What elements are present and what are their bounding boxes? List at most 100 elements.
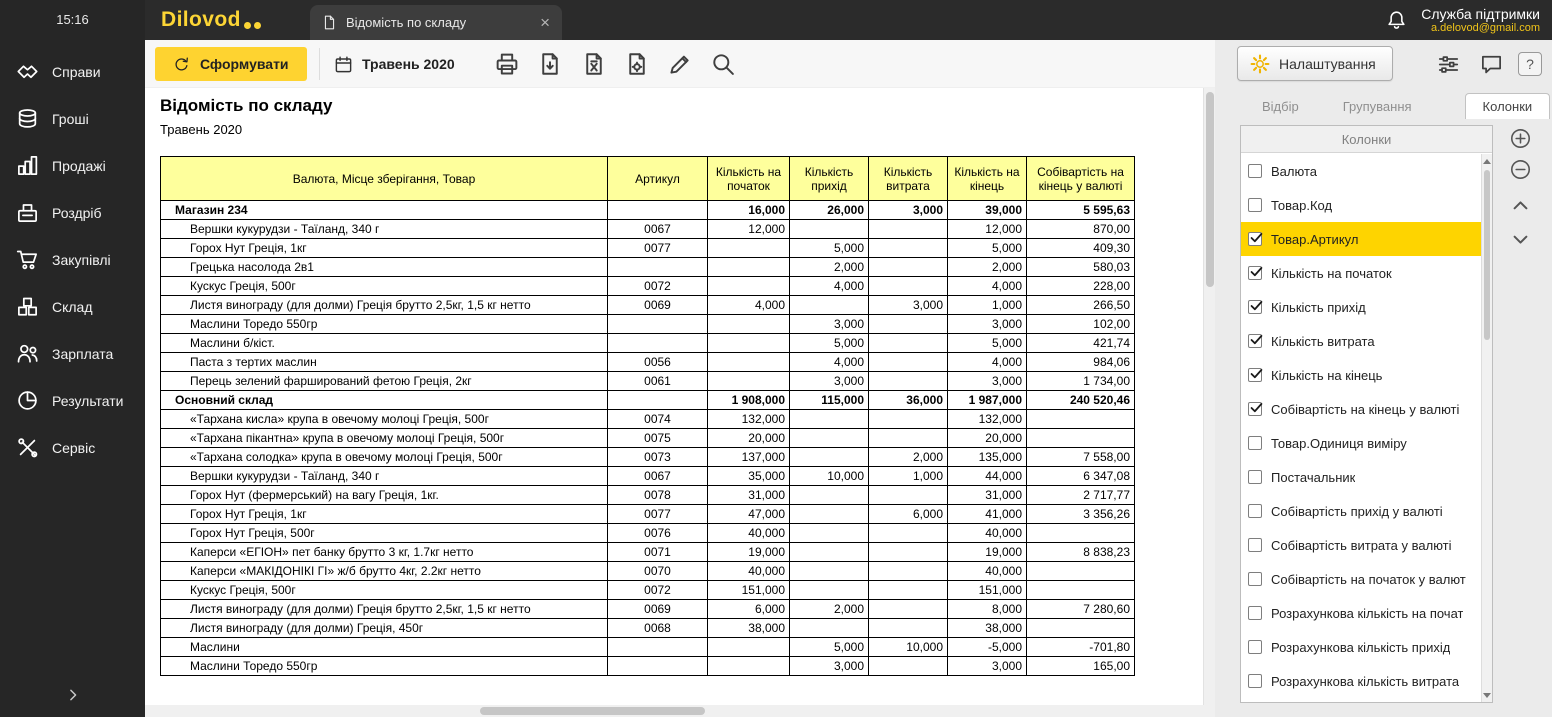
generate-button[interactable]: Сформувати (155, 47, 307, 81)
checkbox-checked[interactable] (1248, 402, 1262, 416)
report-item-row[interactable]: Горох Нут Греція, 1кг00775,0005,000409,3… (161, 239, 1135, 258)
print-icon[interactable] (494, 51, 520, 77)
column-option[interactable]: Кількість витрата (1241, 324, 1481, 358)
column-option-selected[interactable]: Товар.Артикул (1241, 222, 1481, 256)
tab-close-icon[interactable]: × (540, 14, 550, 31)
checkbox-checked[interactable] (1248, 232, 1262, 246)
checkbox-checked[interactable] (1248, 334, 1262, 348)
report-item-row[interactable]: Листя винограду (для долми) Греція брутт… (161, 296, 1135, 315)
panel-tab-kolonky[interactable]: Колонки (1465, 93, 1551, 119)
settings-button[interactable]: Налаштування (1237, 46, 1393, 81)
search-icon[interactable] (710, 51, 736, 77)
sidebar-collapse-button[interactable] (0, 687, 145, 703)
export-excel-icon[interactable] (581, 51, 607, 77)
columns-scrollbar-thumb[interactable] (1484, 170, 1490, 340)
sidebar-item-rozdrib[interactable]: Роздріб (0, 189, 145, 236)
support-email[interactable]: a.delovod@gmail.com (1421, 22, 1540, 34)
report-item-row[interactable]: Горох Нут Греція, 500г007640,00040,000 (161, 524, 1135, 543)
column-option[interactable]: Собівартість прихід у валюті (1241, 494, 1481, 528)
columns-list-scrollbar[interactable] (1481, 154, 1492, 702)
report-item-row[interactable]: Паста з тертих маслин00564,0004,000984,0… (161, 353, 1135, 372)
column-option[interactable]: Собівартість витрата у валюті (1241, 528, 1481, 562)
vertical-scrollbar-thumb[interactable] (1206, 92, 1214, 287)
report-item-row[interactable]: Кускус Греція, 500г00724,0004,000228,00 (161, 277, 1135, 296)
sliders-icon[interactable] (1437, 53, 1460, 76)
report-item-row[interactable]: Листя винограду (для долми) Греція брутт… (161, 600, 1135, 619)
column-option[interactable]: Валюта (1241, 154, 1481, 188)
panel-tab-hrupuvannia[interactable]: Групування (1326, 94, 1429, 119)
checkbox-unchecked[interactable] (1248, 572, 1262, 586)
column-option[interactable]: Розрахункова кількість витрата (1241, 664, 1481, 698)
column-option[interactable]: Кількість на початок (1241, 256, 1481, 290)
column-option[interactable]: Собівартість на початок у валют (1241, 562, 1481, 596)
panel-tab-vidbir[interactable]: Відбір (1245, 94, 1316, 119)
column-option[interactable]: Кількість на кінець (1241, 358, 1481, 392)
scroll-up-arrow-icon[interactable] (1483, 159, 1491, 164)
sidebar-item-spravy[interactable]: Справи (0, 48, 145, 95)
sidebar-item-rezultaty[interactable]: Результати (0, 377, 145, 424)
sidebar-item-zakupivli[interactable]: Закупівлі (0, 236, 145, 283)
report-item-row[interactable]: Маслини Торедо 550гр3,0003,000165,00 (161, 657, 1135, 676)
checkbox-checked[interactable] (1248, 266, 1262, 280)
checkbox-unchecked[interactable] (1248, 436, 1262, 450)
report-item-row[interactable]: Маслини5,00010,000-5,000-701,80 (161, 638, 1135, 657)
report-item-row[interactable]: Вершки кукурудзи - Таїланд, 340 г006735,… (161, 467, 1135, 486)
report-vertical-scrollbar[interactable] (1203, 88, 1215, 705)
add-column-icon[interactable] (1510, 128, 1531, 149)
column-option[interactable]: Товар.Код (1241, 188, 1481, 222)
column-option[interactable]: Собівартість на кінець у валюті (1241, 392, 1481, 426)
sidebar-item-servis[interactable]: Сервіс (0, 424, 145, 471)
sidebar-item-prodazhi[interactable]: Продажі (0, 142, 145, 189)
column-option[interactable]: Розрахункова кількість прихід (1241, 630, 1481, 664)
report-item-row[interactable]: Каперси «МАКІДОНІКІ ГІ» ж/б брутто 4кг, … (161, 562, 1135, 581)
move-up-icon[interactable] (1510, 195, 1531, 216)
report-settings-icon[interactable] (624, 51, 650, 77)
checkbox-checked[interactable] (1248, 368, 1262, 382)
edit-icon[interactable] (667, 51, 693, 77)
checkbox-unchecked[interactable] (1248, 504, 1262, 518)
report-horizontal-scrollbar[interactable] (145, 705, 1203, 717)
chat-icon[interactable] (1480, 53, 1503, 76)
report-item-row[interactable]: Кускус Греція, 500г0072151,000151,000 (161, 581, 1135, 600)
report-item-row[interactable]: «Тархана кисла» крупа в овечому молоці Г… (161, 410, 1135, 429)
bell-icon[interactable] (1386, 10, 1407, 31)
report-item-row[interactable]: «Тархана пікантна» крупа в овечому молоц… (161, 429, 1135, 448)
report-item-row[interactable]: Вершки кукурудзи - Таїланд, 340 г006712,… (161, 220, 1135, 239)
report-item-row[interactable]: «Тархана солодка» крупа в овечому молоці… (161, 448, 1135, 467)
report-item-row[interactable]: Горох Нут Греція, 1кг007747,0006,00041,0… (161, 505, 1135, 524)
move-down-icon[interactable] (1510, 229, 1531, 250)
checkbox-unchecked[interactable] (1248, 640, 1262, 654)
checkbox-unchecked[interactable] (1248, 606, 1262, 620)
help-button[interactable]: ? (1518, 52, 1542, 76)
report-group-row[interactable]: Основний склад1 908,000115,00036,0001 98… (161, 391, 1135, 410)
report-item-row[interactable]: Маслини б/кіст.5,0005,000421,74 (161, 334, 1135, 353)
export-pdf-icon[interactable] (537, 51, 563, 77)
remove-column-icon[interactable] (1510, 159, 1531, 180)
report-item-row[interactable]: Листя винограду (для долми) Греція, 450г… (161, 619, 1135, 638)
checkbox-unchecked[interactable] (1248, 198, 1262, 212)
scroll-down-arrow-icon[interactable] (1483, 693, 1491, 698)
checkbox-checked[interactable] (1248, 300, 1262, 314)
report-item-row[interactable]: Каперси «ЕГІОН» пет банку брутто 3 кг, 1… (161, 543, 1135, 562)
sidebar-item-hroshi[interactable]: Гроші (0, 95, 145, 142)
checkbox-unchecked[interactable] (1248, 674, 1262, 688)
report-item-row[interactable]: Горох Нут (фермерський) на вагу Греція, … (161, 486, 1135, 505)
checkbox-unchecked[interactable] (1248, 538, 1262, 552)
checkbox-unchecked[interactable] (1248, 164, 1262, 178)
column-option[interactable]: Кількість прихід (1241, 290, 1481, 324)
column-option[interactable]: Товар.Одиниця виміру (1241, 426, 1481, 460)
checkbox-unchecked[interactable] (1248, 470, 1262, 484)
document-tab[interactable]: Відомість по складу × (310, 5, 562, 40)
report-item-row[interactable]: Маслини Торедо 550гр3,0003,000102,00 (161, 315, 1135, 334)
report-item-row[interactable]: Перець зелений фарширований фетою Греція… (161, 372, 1135, 391)
period-selector[interactable]: Травень 2020 (334, 48, 455, 80)
cell-qty-end: 19,000 (948, 543, 1027, 562)
column-option[interactable]: Постачальник (1241, 460, 1481, 494)
report-item-row[interactable]: Грецька насолода 2в12,0002,000580,03 (161, 258, 1135, 277)
dilovod-logo[interactable]: Dilovod (161, 0, 261, 40)
sidebar-item-zarplata[interactable]: Зарплата (0, 330, 145, 377)
report-group-row[interactable]: Магазин 23416,00026,0003,00039,0005 595,… (161, 201, 1135, 220)
sidebar-item-sklad[interactable]: Склад (0, 283, 145, 330)
horizontal-scrollbar-thumb[interactable] (480, 707, 705, 715)
column-option[interactable]: Розрахункова кількість на почат (1241, 596, 1481, 630)
